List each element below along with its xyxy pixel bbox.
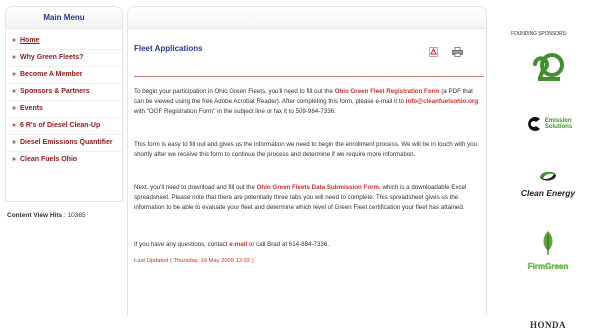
menu-item-diesel-quantifier[interactable]: » Diesel Emissions Quantifier <box>6 135 122 152</box>
content-header-bar <box>128 7 486 29</box>
text: If you have any questions, contact <box>134 241 230 248</box>
title-divider <box>134 76 484 77</box>
ninety-logo-icon <box>533 53 564 81</box>
email-link[interactable]: e-mail <box>229 241 247 248</box>
arrow-icon: » <box>12 139 16 146</box>
menu-item-label: Sponsors & Partners <box>20 88 90 95</box>
last-updated: Last Updated ( Thursday, 14 May 2009 12:… <box>134 258 254 264</box>
menu-item-label: Events <box>20 105 43 112</box>
sponsor-90th-logo[interactable] <box>513 50 583 82</box>
main-menu-list: » Home » Why Green Fleets? » Become A Membe… <box>6 29 122 168</box>
hits-value: 10365 <box>67 212 86 219</box>
main-menu: Main Menu » Home » Why Green Fleets? » Beco… <box>5 6 123 202</box>
registration-form-link[interactable]: Ohio Green Fleet Registration Form <box>335 88 440 95</box>
arrow-icon: » <box>12 105 16 112</box>
menu-item-label: Clean Fuels Ohio <box>20 156 78 163</box>
menu-item-label: 6 R's of Diesel Clean-Up <box>20 122 101 129</box>
clean-energy-text: Clean Energy <box>520 188 576 198</box>
hits-label: Content View Hits <box>7 212 63 219</box>
sponsor-honda[interactable]: HONDA <box>513 315 583 328</box>
sponsor-emission-solutions[interactable]: Emission Solutions <box>513 112 583 136</box>
menu-item-label: Become A Member <box>20 71 83 78</box>
paragraph-enrollment: This form is easy to fill out and gives … <box>134 141 478 159</box>
main-menu-title: Main Menu <box>6 7 122 29</box>
data-submission-form-link[interactable]: Ohio Green Fleets Data Submission Form <box>257 184 379 191</box>
main-content-panel: Fleet Applications To begin your partici… <box>127 6 487 316</box>
text: or call Brad at 614-884-7336. <box>247 241 330 248</box>
menu-item-clean-fuels-ohio[interactable]: » Clean Fuels Ohio <box>6 152 122 168</box>
arrow-icon: » <box>12 37 16 44</box>
cummins-logo-icon <box>527 117 540 131</box>
menu-item-home[interactable]: » Home <box>6 33 122 50</box>
sponsor-clean-energy[interactable]: Clean Energy <box>513 168 583 202</box>
paragraph-registration: To begin your participation in Ohio Gree… <box>134 87 484 118</box>
firmgreen-text: FirmGreen <box>527 262 569 271</box>
arrow-icon: » <box>12 54 16 61</box>
firmgreen-leaf-icon <box>543 231 553 255</box>
print-icon[interactable] <box>452 47 463 57</box>
pdf-icon[interactable] <box>429 47 438 57</box>
arrow-icon: » <box>12 88 16 95</box>
paragraph-questions: If you have any questions, contact e-mai… <box>134 240 484 250</box>
text: with "OGF Registration Form" in the subj… <box>134 108 336 116</box>
paragraph-data-submission: Next, you'll need to download and fill o… <box>134 183 484 214</box>
clean-energy-swirl-icon <box>540 171 556 181</box>
honda-logo-text: HONDA <box>530 320 566 328</box>
article-title: Fleet Applications <box>134 44 203 53</box>
menu-item-events[interactable]: » Events <box>6 101 122 118</box>
text: To begin your participation in Ohio Gree… <box>134 88 335 95</box>
founding-sponsors-label: FOUNDING SPONSORS: <box>511 31 567 37</box>
content-view-hits: Content View Hits : 10365 <box>7 212 86 219</box>
menu-item-label: Diesel Emissions Quantifier <box>20 139 113 146</box>
menu-item-6rs-diesel[interactable]: » 6 R's of Diesel Clean-Up <box>6 118 122 135</box>
arrow-icon: » <box>12 122 16 129</box>
menu-item-sponsors-partners[interactable]: » Sponsors & Partners <box>6 84 122 101</box>
menu-item-become-a-member[interactable]: » Become A Member <box>6 67 122 84</box>
menu-item-why-green-fleets[interactable]: » Why Green Fleets? <box>6 50 122 67</box>
arrow-icon: » <box>12 71 16 78</box>
menu-item-label: Home <box>20 37 40 44</box>
email-address-link[interactable]: info@cleanfuelsohio.org <box>406 98 478 105</box>
menu-item-label: Why Green Fleets? <box>20 54 84 61</box>
text: Next, you'll need to download and fill o… <box>134 184 257 191</box>
sponsor-firmgreen[interactable]: FirmGreen <box>513 229 583 279</box>
solutions-text: Solutions <box>544 124 573 130</box>
arrow-icon: » <box>12 156 16 163</box>
